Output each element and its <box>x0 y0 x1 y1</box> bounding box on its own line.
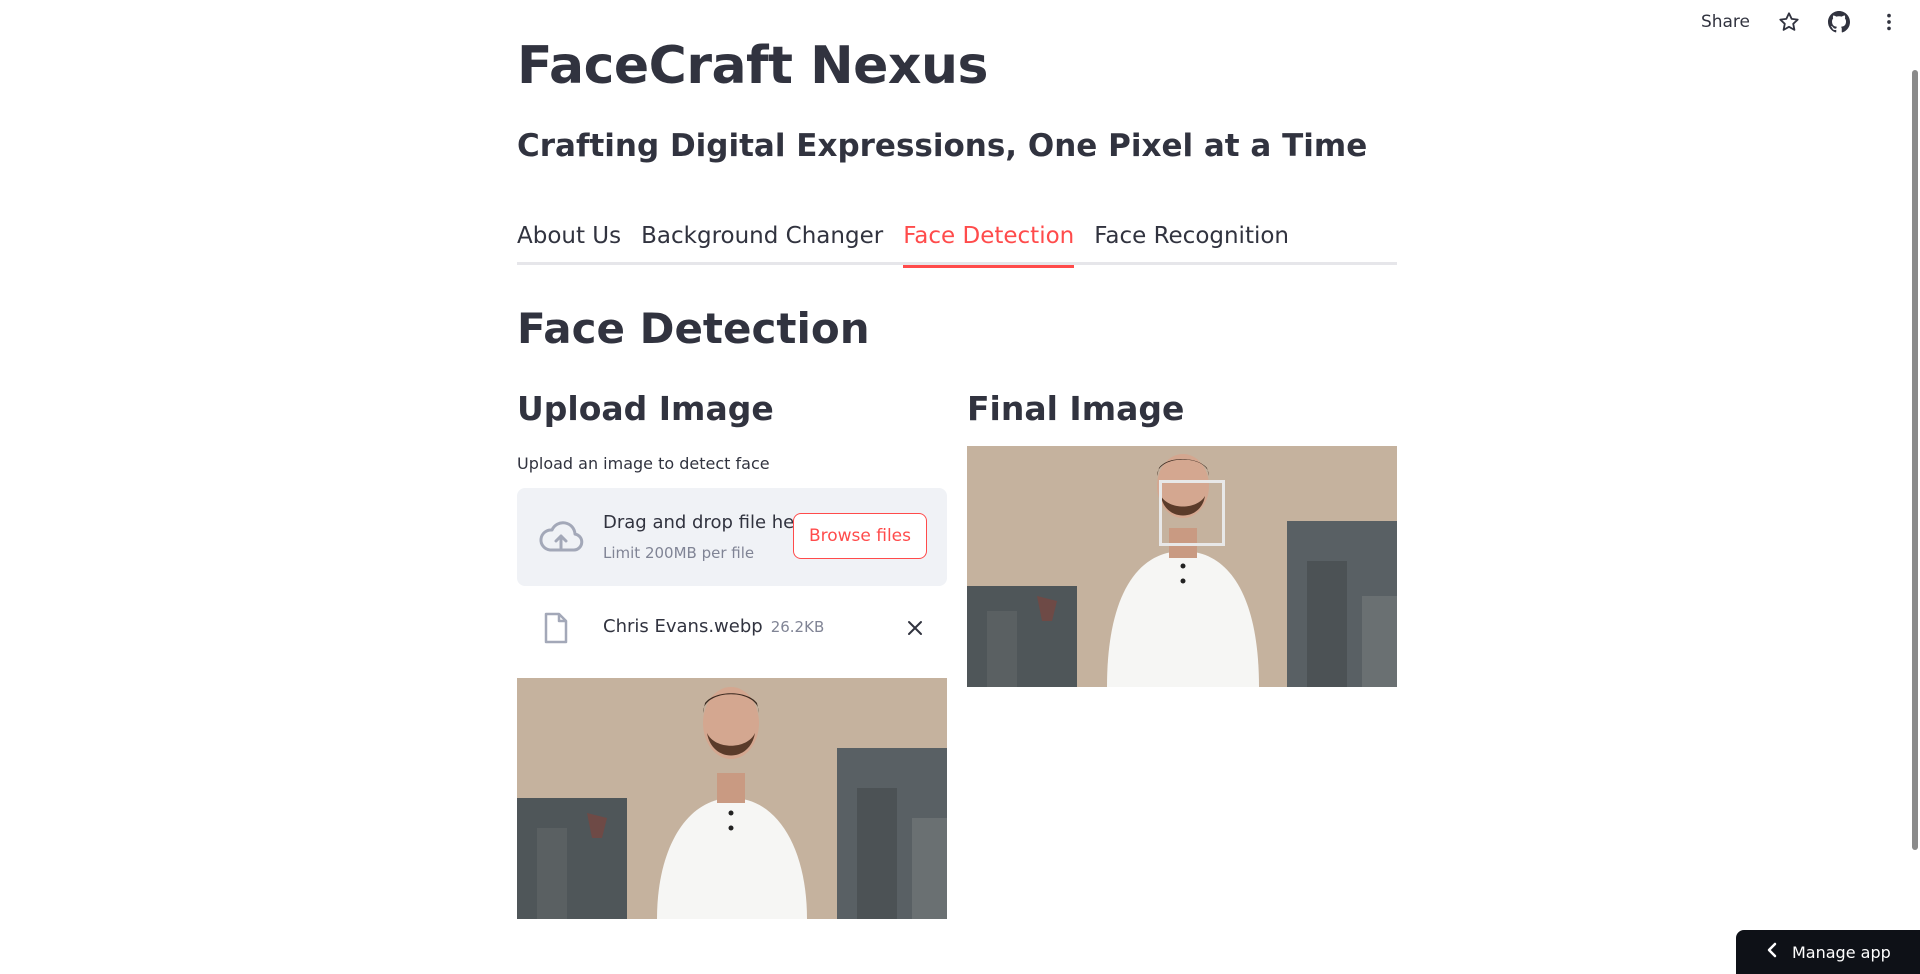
file-dropzone[interactable]: Drag and drop file here Limit 200MB per … <box>517 488 947 586</box>
dropzone-instructions: Drag and drop file here <box>603 512 813 533</box>
section-title: Face Detection <box>517 304 870 353</box>
manage-app-label: Manage app <box>1792 942 1891 962</box>
share-button[interactable]: Share <box>1701 12 1750 32</box>
face-bounding-box <box>1159 480 1225 546</box>
page-title: FaceCraft Nexus <box>517 36 988 96</box>
uploaded-image <box>517 678 947 919</box>
result-column: Final Image <box>967 386 1397 687</box>
star-icon[interactable] <box>1778 11 1800 33</box>
github-icon[interactable] <box>1828 11 1850 33</box>
dropzone-limit: Limit 200MB per file <box>603 544 755 562</box>
upload-column: Upload Image Upload an image to detect f… <box>517 386 947 919</box>
file-icon <box>543 612 569 644</box>
tab-about-us[interactable]: About Us <box>517 218 621 262</box>
result-heading: Final Image <box>967 389 1185 428</box>
page-subtitle: Crafting Digital Expressions, One Pixel … <box>517 128 1368 164</box>
uploaded-file-row: Chris Evans.webp 26.2KB <box>517 586 947 666</box>
cloud-upload-icon <box>537 518 585 558</box>
uploader-label: Upload an image to detect face <box>517 454 770 473</box>
scrollbar[interactable] <box>1912 70 1918 850</box>
manage-app-button[interactable]: Manage app <box>1736 930 1920 974</box>
chevron-left-icon <box>1766 942 1778 962</box>
tab-face-detection[interactable]: Face Detection <box>903 218 1075 268</box>
file-size: 26.2KB <box>770 618 825 636</box>
upload-heading: Upload Image <box>517 389 774 428</box>
detected-face-image <box>967 446 1397 687</box>
file-name: Chris Evans.webp <box>603 616 763 637</box>
browse-files-button[interactable]: Browse files <box>792 513 927 559</box>
close-icon[interactable] <box>903 616 927 640</box>
tab-bar: About Us Background Changer Face Detecti… <box>517 218 1397 268</box>
more-vert-icon[interactable] <box>1878 11 1900 33</box>
tab-background-changer[interactable]: Background Changer <box>641 218 883 262</box>
toolbar: Share <box>1701 0 1920 44</box>
tab-face-recognition[interactable]: Face Recognition <box>1094 218 1289 262</box>
